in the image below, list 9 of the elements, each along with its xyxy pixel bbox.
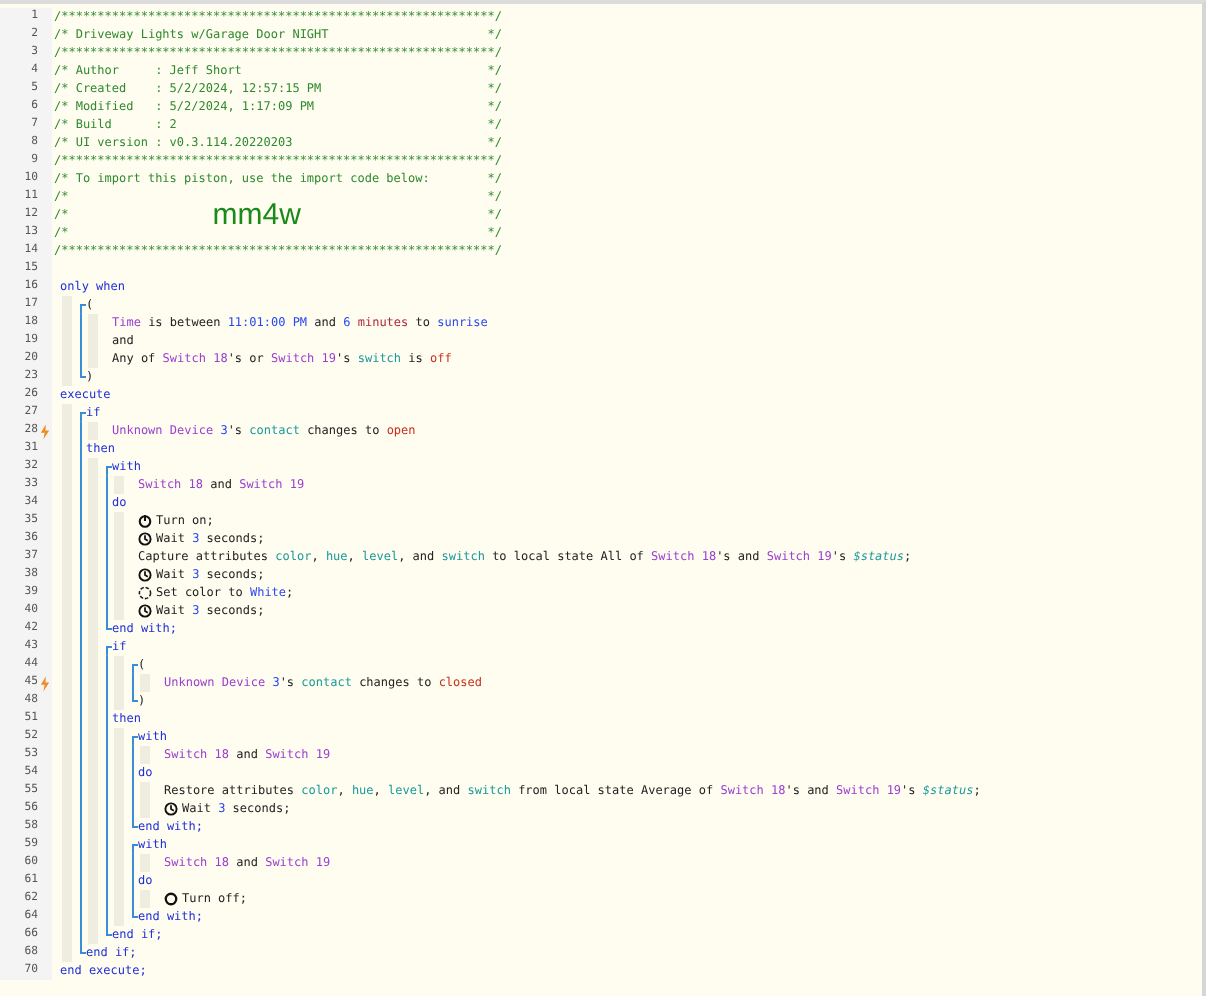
power-icon: [138, 514, 152, 528]
block-bracket: [106, 710, 112, 728]
timer-icon: [138, 568, 152, 582]
timer-icon: [138, 604, 152, 618]
import-code: mm4w: [212, 206, 301, 224]
dashed-circle-icon: [138, 586, 152, 600]
circle-icon: [164, 892, 178, 906]
timer-icon: [138, 532, 152, 546]
timer-icon: [164, 802, 178, 816]
